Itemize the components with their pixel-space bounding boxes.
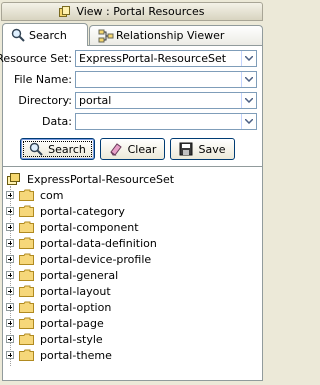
tree-item[interactable]: portal-category (6, 203, 125, 219)
expand-icon[interactable] (6, 287, 14, 295)
save-button-label: Save (198, 142, 226, 156)
folder-icon (19, 285, 34, 297)
tree-item-label: com (40, 188, 64, 202)
expand-icon[interactable] (6, 335, 14, 343)
tree-item-label: portal-option (40, 300, 112, 314)
resource-set-icon (7, 173, 20, 185)
search-icon (11, 28, 25, 42)
folder-icon (19, 269, 34, 281)
data-select[interactable] (75, 113, 257, 130)
directory-select[interactable]: portal (75, 92, 257, 109)
folder-icon (19, 349, 34, 361)
search-button-label: Search (48, 142, 86, 156)
expand-icon[interactable] (6, 255, 14, 263)
tree-item[interactable]: portal-component (6, 219, 139, 235)
search-button[interactable]: Search (20, 138, 95, 160)
tab-relationship-viewer[interactable]: Relationship Viewer (89, 25, 263, 45)
directory-value: portal (79, 94, 112, 107)
tree-root[interactable]: ExpressPortal-ResourceSet (7, 171, 174, 187)
folder-icon (19, 221, 34, 233)
view-title: View : Portal Resources (76, 5, 205, 18)
resource-set-label: Resource Set: (0, 52, 72, 65)
tree-item[interactable]: com (6, 187, 64, 203)
file-name-row: File Name: (3, 71, 261, 88)
tree-item[interactable]: portal-layout (6, 283, 111, 299)
tree-item-label: portal-component (40, 220, 139, 234)
expand-icon[interactable] (6, 223, 14, 231)
folder-icon (19, 333, 34, 345)
chevron-down-icon[interactable] (241, 72, 256, 87)
clear-button-label: Clear (127, 142, 157, 156)
tree-item-label: portal-theme (40, 348, 112, 362)
tree-item[interactable]: portal-general (6, 267, 118, 283)
tab-search[interactable]: Search (2, 23, 88, 46)
chevron-down-icon[interactable] (241, 114, 256, 129)
floppy-disk-icon (179, 142, 193, 156)
folder-icon (19, 317, 34, 329)
tree-item[interactable]: portal-page (6, 315, 104, 331)
search-panel: Resource Set: ExpressPortal-ResourceSet … (0, 45, 263, 381)
search-icon (29, 142, 43, 156)
resource-set-select[interactable]: ExpressPortal-ResourceSet (75, 50, 257, 67)
folder-icon (19, 301, 34, 313)
save-button[interactable]: Save (170, 138, 235, 160)
tree-item-label: portal-page (40, 316, 104, 330)
tree-item[interactable]: portal-data-definition (6, 235, 157, 251)
folder-icon (19, 237, 34, 249)
expand-icon[interactable] (6, 191, 14, 199)
directory-label: Directory: (18, 94, 72, 107)
eraser-icon (109, 143, 122, 156)
view-title-bar: View : Portal Resources (1, 2, 263, 21)
tree-item[interactable]: portal-device-profile (6, 251, 151, 267)
expand-icon[interactable] (6, 239, 14, 247)
resource-tree: ExpressPortal-ResourceSet com portal-cat… (3, 166, 262, 380)
portal-resources-icon (59, 6, 71, 17)
folder-icon (19, 253, 34, 265)
tree-root-label: ExpressPortal-ResourceSet (27, 172, 175, 186)
expand-icon[interactable] (6, 319, 14, 327)
expand-icon[interactable] (6, 271, 14, 279)
file-name-select[interactable] (75, 71, 257, 88)
tree-item[interactable]: portal-style (6, 331, 103, 347)
tree-item-label: portal-device-profile (40, 252, 152, 266)
tree-item-label: portal-style (40, 332, 103, 346)
expand-icon[interactable] (6, 207, 14, 215)
tab-strip: Search Relationship Viewer (0, 23, 265, 46)
expand-icon[interactable] (6, 303, 14, 311)
relationship-icon (98, 29, 114, 43)
expand-icon[interactable] (6, 351, 14, 359)
tree-item-label: portal-layout (40, 284, 111, 298)
folder-icon (19, 189, 34, 201)
resource-set-row: Resource Set: ExpressPortal-ResourceSet (0, 50, 261, 67)
data-row: Data: (3, 113, 261, 130)
chevron-down-icon[interactable] (241, 51, 256, 66)
chevron-down-icon[interactable] (241, 93, 256, 108)
tree-item-label: portal-data-definition (40, 236, 157, 250)
tab-relationship-viewer-label: Relationship Viewer (116, 29, 225, 42)
tab-search-label: Search (29, 28, 67, 42)
data-label: Data: (42, 115, 72, 128)
file-name-label: File Name: (13, 73, 72, 86)
tree-item-label: portal-general (40, 268, 119, 282)
directory-row: Directory: portal (3, 92, 261, 109)
tree-item[interactable]: portal-theme (6, 347, 112, 363)
tree-item-label: portal-category (40, 204, 125, 218)
folder-icon (19, 205, 34, 217)
resource-set-value: ExpressPortal-ResourceSet (79, 52, 227, 65)
tree-item[interactable]: portal-option (6, 299, 111, 315)
clear-button[interactable]: Clear (100, 138, 165, 160)
